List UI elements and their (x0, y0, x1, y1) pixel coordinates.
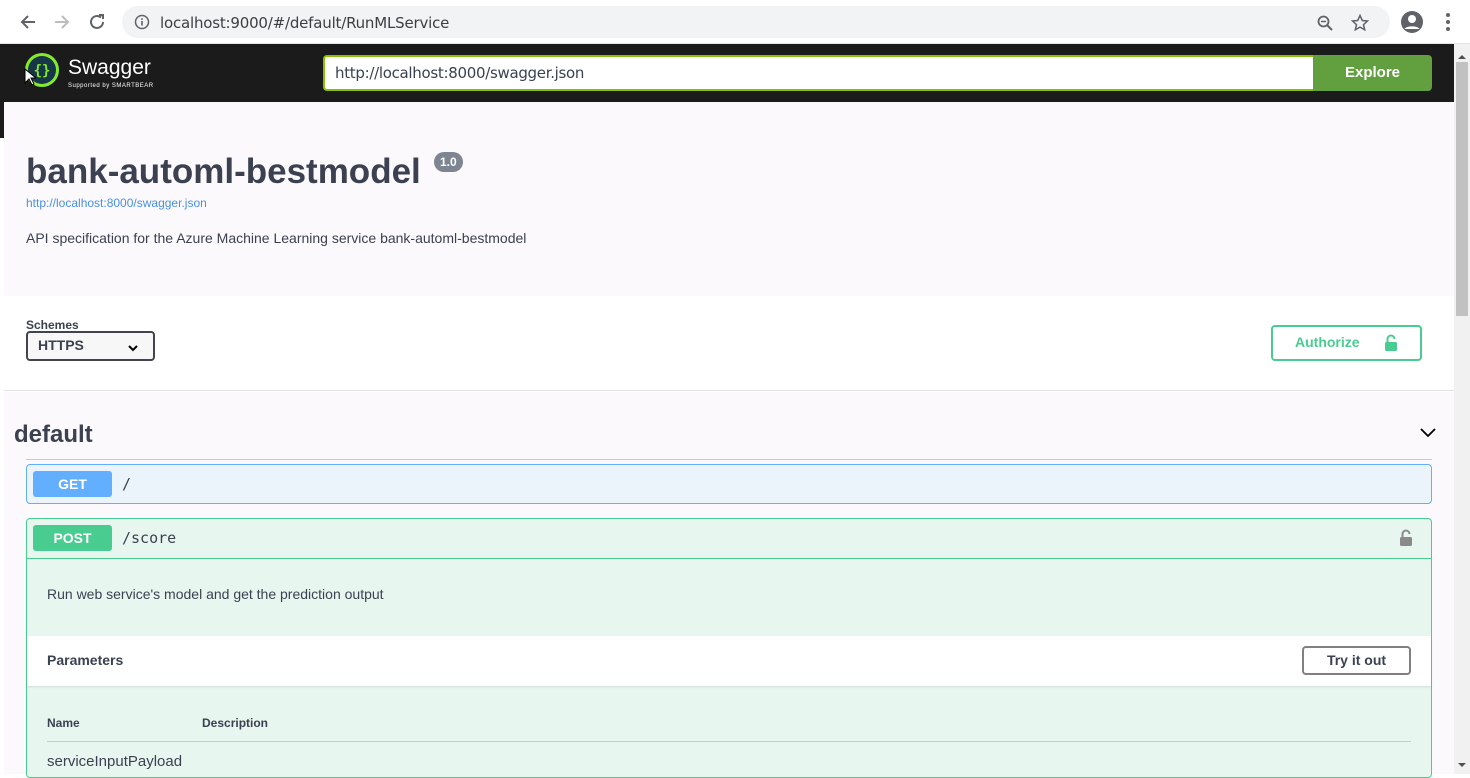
api-info: bank-automl-bestmodel 1.0 http://localho… (4, 102, 1454, 296)
parameters-header: Parameters Try it out (27, 636, 1431, 686)
spec-link[interactable]: http://localhost:8000/swagger.json (26, 196, 207, 210)
unlock-icon (1384, 334, 1398, 352)
parameters-title: Parameters (47, 652, 124, 668)
method-badge-post: POST (33, 525, 112, 551)
address-url[interactable]: localhost:9000/#/default/RunMLService (160, 14, 449, 32)
svg-text:{}: {} (34, 63, 51, 79)
page-scrollbar[interactable] (1454, 44, 1470, 774)
try-it-out-button[interactable]: Try it out (1302, 646, 1411, 675)
profile-avatar-icon[interactable] (1400, 10, 1424, 34)
more-menu-icon[interactable] (1440, 10, 1456, 34)
explore-button[interactable]: Explore (1313, 55, 1432, 91)
operations-area: default GET / POST /score Run web servic… (4, 392, 1454, 778)
operation-path: /score (122, 529, 177, 547)
scroll-down-icon[interactable] (1458, 756, 1466, 767)
zoom-icon[interactable] (1316, 14, 1334, 32)
api-title: bank-automl-bestmodel (26, 152, 421, 191)
schemes-selected-value: HTTPS (38, 337, 84, 353)
operation-description: Run web service's model and get the pred… (47, 586, 384, 602)
swagger-logo-subtext: Supported by SMARTBEAR (68, 83, 154, 89)
reload-icon[interactable] (85, 10, 109, 34)
authorize-label: Authorize (1295, 334, 1360, 350)
mouse-cursor-icon (24, 67, 38, 86)
operation-summary[interactable]: POST /score (27, 519, 1431, 559)
schemes-select[interactable]: HTTPS (26, 331, 155, 361)
swagger-topbar: {} Swagger Supported by SMARTBEAR http:/… (4, 44, 1454, 102)
version-badge: 1.0 (434, 152, 463, 172)
column-header-name: Name (47, 716, 80, 730)
schemes-label: Schemes (26, 318, 79, 332)
method-badge-get: GET (33, 471, 112, 497)
schemes-section: Schemes HTTPS Authorize (4, 296, 1454, 391)
swagger-logo-text: Swagger (68, 56, 151, 79)
tag-name[interactable]: default (14, 421, 93, 449)
chevron-down-icon (127, 341, 139, 353)
operation-post-score: POST /score Run web service's model and … (26, 518, 1432, 778)
parameter-name: serviceInputPayload (47, 753, 183, 770)
api-description: API specification for the Azure Machine … (26, 230, 527, 246)
scrollbar-thumb[interactable] (1456, 62, 1468, 316)
lock-icon[interactable] (1399, 529, 1413, 547)
operation-get-root[interactable]: GET / (26, 464, 1432, 504)
address-bar[interactable]: localhost:9000/#/default/RunMLService (122, 6, 1390, 38)
authorize-button[interactable]: Authorize (1271, 325, 1422, 361)
chevron-down-icon[interactable] (1418, 426, 1438, 440)
column-header-description: Description (202, 716, 269, 730)
forward-icon[interactable] (50, 10, 74, 34)
tag-section-header[interactable] (26, 412, 1432, 460)
bookmark-star-icon[interactable] (1350, 13, 1370, 32)
back-icon[interactable] (16, 10, 40, 34)
scroll-up-icon[interactable] (1458, 48, 1466, 59)
divider (47, 741, 1411, 742)
browser-toolbar: localhost:9000/#/default/RunMLService (0, 0, 1470, 44)
spec-url-input[interactable]: http://localhost:8000/swagger.json (323, 55, 1313, 91)
operation-path: / (122, 475, 132, 493)
info-icon[interactable] (134, 14, 150, 30)
